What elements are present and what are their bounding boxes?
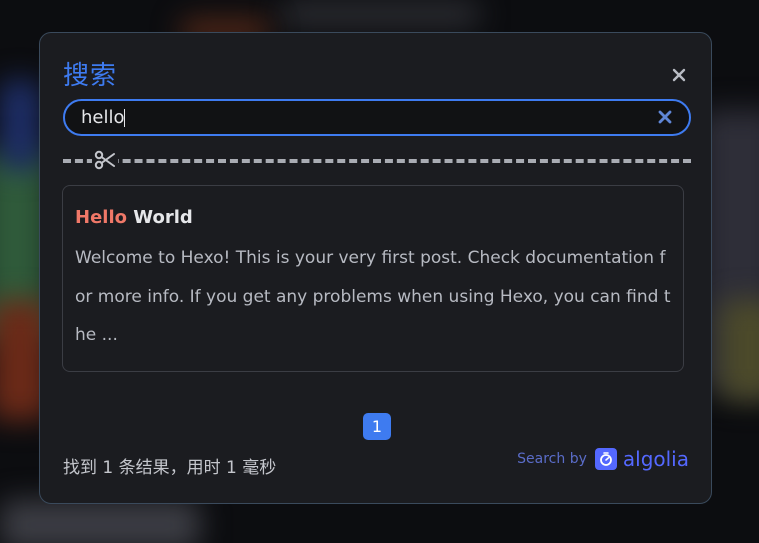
background-blur (0, 80, 40, 170)
algolia-wordmark: algolia (622, 447, 689, 471)
result-title-highlight: Hello (75, 207, 127, 228)
text-caret (124, 109, 125, 127)
dialog-title: 搜索 (63, 61, 118, 91)
background-blur (0, 500, 200, 543)
pagination-page-button[interactable]: 1 (363, 413, 391, 440)
powered-by-label: Search by (517, 451, 587, 467)
scissors-icon (92, 148, 118, 172)
dashed-divider (63, 159, 691, 163)
search-stats: 找到 1 条结果，用时 1 毫秒 (63, 458, 277, 478)
search-dialog: 搜索 Hello World Welcome to Hexo! This is … (39, 32, 712, 504)
search-result-item[interactable]: Hello World Welcome to Hexo! This is you… (62, 185, 684, 372)
result-snippet: Welcome to Hexo! This is your very first… (75, 248, 671, 345)
background-blur (720, 300, 759, 400)
algolia-icon (594, 448, 617, 470)
clear-icon (658, 110, 672, 124)
clear-search-button[interactable] (655, 107, 675, 127)
close-button[interactable] (669, 65, 689, 85)
result-title[interactable]: Hello World (75, 207, 193, 228)
search-by-algolia-link[interactable]: Search by algolia (517, 447, 689, 471)
search-box (63, 99, 691, 136)
result-title-rest: World (126, 207, 193, 228)
background-blur (280, 0, 480, 28)
search-input[interactable] (81, 101, 641, 134)
close-icon (672, 68, 686, 82)
